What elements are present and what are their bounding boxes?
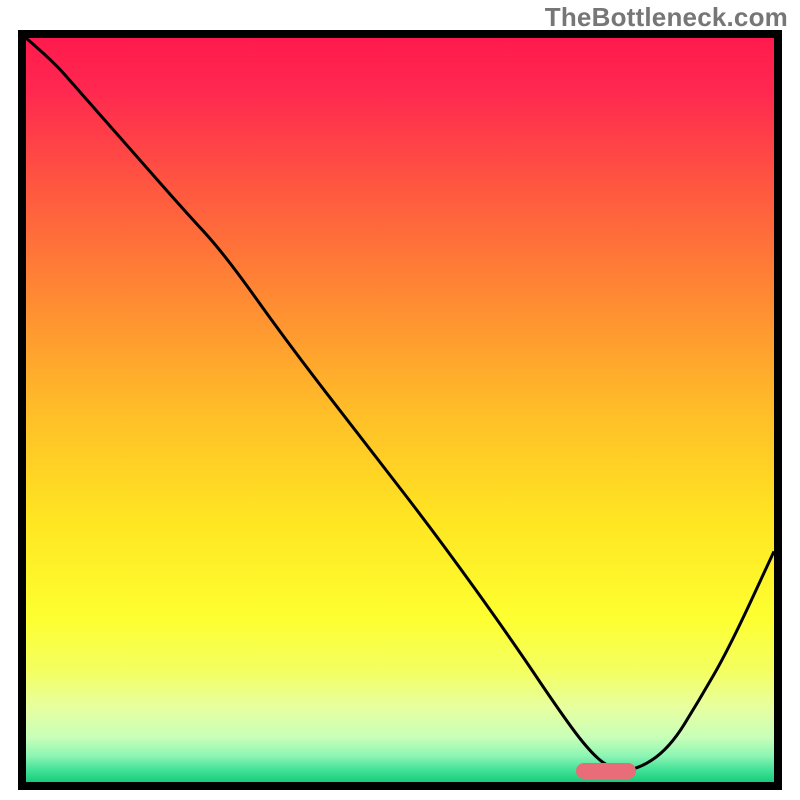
watermark: TheBottleneck.com	[545, 2, 788, 33]
bottleneck-curve	[26, 38, 774, 782]
optimal-point-marker	[576, 763, 636, 779]
chart-frame	[18, 30, 782, 790]
